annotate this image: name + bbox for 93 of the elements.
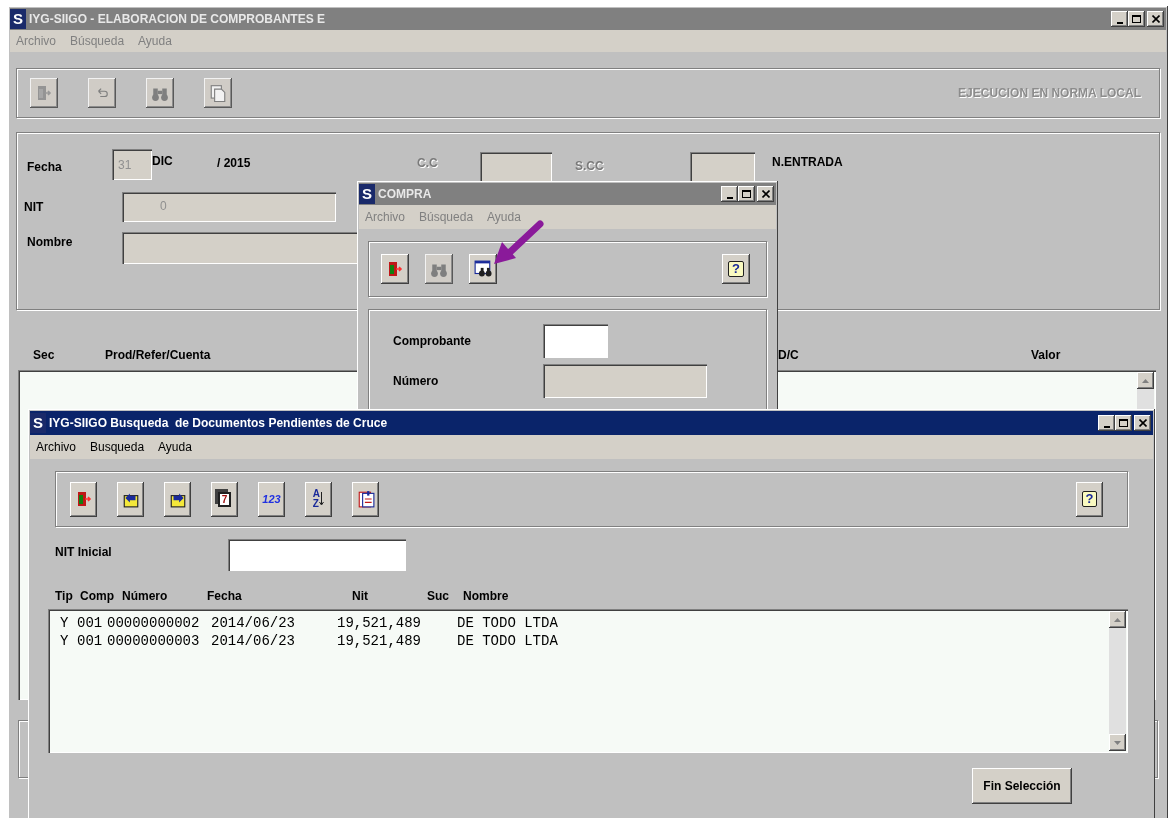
close-icon bbox=[1151, 15, 1160, 23]
menu-item[interactable]: Busqueda bbox=[90, 438, 145, 456]
app-logo: S bbox=[359, 184, 375, 204]
maximize-icon bbox=[1132, 15, 1141, 23]
minimize-button[interactable] bbox=[721, 186, 738, 202]
field-label: N.ENTRADA bbox=[772, 154, 843, 171]
window-title: IYG-SIIGO Busqueda de Documentos Pendientes de Cruce bbox=[49, 415, 388, 432]
help-button[interactable]: ? bbox=[722, 254, 750, 284]
scroll-up-button[interactable] bbox=[1137, 372, 1154, 389]
column-header: Suc bbox=[427, 588, 449, 605]
maximize-button[interactable] bbox=[738, 186, 755, 202]
table-cell-text: 00000000003 bbox=[107, 631, 201, 651]
table-cell-text: Y bbox=[60, 613, 70, 633]
maximize-icon bbox=[742, 190, 751, 198]
field-label: C.C bbox=[417, 155, 439, 172]
month-label: DIC bbox=[152, 153, 174, 170]
column-header: Comp bbox=[80, 588, 114, 605]
down-arrow-icon bbox=[1114, 740, 1121, 745]
up-arrow-icon bbox=[1142, 378, 1149, 383]
column-header: Nit bbox=[352, 588, 368, 605]
field-label: Fecha bbox=[26, 159, 63, 176]
column-header: D/C bbox=[778, 347, 800, 364]
table-cell-text: 001 bbox=[77, 613, 104, 633]
minimize-icon bbox=[1116, 22, 1123, 24]
minimize-icon bbox=[726, 197, 733, 199]
window-title: IYG-SIIGO - ELABORACION DE COMPROBANTES E bbox=[29, 11, 326, 28]
table-cell-text: Y bbox=[60, 631, 70, 651]
field-label: Nombre bbox=[26, 234, 74, 251]
number-button[interactable]: 123 bbox=[258, 481, 285, 517]
minimize-icon bbox=[1103, 426, 1110, 428]
column-header: Nombre bbox=[463, 588, 509, 605]
window-binoculars-icon bbox=[474, 260, 492, 278]
close-button[interactable] bbox=[1147, 11, 1164, 27]
undo-icon bbox=[95, 86, 109, 100]
close-icon bbox=[761, 190, 770, 198]
door-icon bbox=[36, 84, 52, 102]
table-cell-text: 2014/06/23 bbox=[211, 631, 296, 651]
table-cell-text: DE TODO LTDA bbox=[457, 613, 558, 633]
exit-button[interactable] bbox=[381, 254, 409, 284]
cc-field[interactable] bbox=[480, 152, 552, 182]
column-header: Prod/Refer/Cuenta bbox=[105, 347, 212, 364]
fin-seleccion-button[interactable]: Fin Selección bbox=[972, 768, 1072, 804]
exit-button[interactable] bbox=[70, 481, 97, 517]
scroll-up-button[interactable] bbox=[1109, 611, 1126, 628]
clipboard-icon bbox=[356, 489, 375, 509]
app-logo: S bbox=[30, 413, 46, 433]
pages-icon bbox=[209, 83, 227, 103]
window-title: COMPRA bbox=[378, 186, 432, 203]
field-label: Comprobante bbox=[392, 333, 472, 350]
scroll-down-button[interactable] bbox=[1109, 734, 1126, 751]
table-cell-text: 2014/06/23 bbox=[211, 613, 296, 633]
field-label: Número bbox=[392, 373, 440, 390]
close-button[interactable] bbox=[1134, 415, 1151, 431]
clipboard-button[interactable] bbox=[352, 481, 379, 517]
scc-field[interactable] bbox=[690, 152, 755, 182]
maximize-button[interactable] bbox=[1128, 11, 1145, 27]
year-label: / 2015 bbox=[217, 155, 252, 172]
door-icon bbox=[75, 490, 92, 508]
column-header: Valor bbox=[1031, 347, 1062, 364]
minimize-button[interactable] bbox=[1111, 11, 1128, 27]
field-label: NIT Inicial bbox=[55, 544, 113, 561]
maximize-icon bbox=[1119, 419, 1128, 427]
table-cell-text: 19,521,489 bbox=[337, 631, 422, 651]
help-button[interactable]: ? bbox=[1076, 481, 1103, 517]
help-icon: ? bbox=[1081, 491, 1098, 507]
column-header: Tip bbox=[55, 588, 73, 605]
scrollbar[interactable] bbox=[1109, 611, 1126, 751]
number-icon: 123 bbox=[262, 490, 281, 508]
table-cell-text: 001 bbox=[77, 631, 104, 651]
minimize-button[interactable] bbox=[1098, 415, 1115, 431]
table-cell-text: 19,521,489 bbox=[337, 613, 422, 633]
maximize-button[interactable] bbox=[1115, 415, 1132, 431]
text-field[interactable] bbox=[543, 324, 608, 358]
column-header: Fecha bbox=[207, 588, 242, 605]
table-cell-text: DE TODO LTDA bbox=[457, 631, 558, 651]
field-label: S.CC bbox=[575, 158, 605, 175]
column-header: Número bbox=[122, 588, 168, 605]
nit-field[interactable] bbox=[228, 539, 406, 571]
column-header: Sec bbox=[33, 347, 56, 364]
field-label: NIT bbox=[23, 199, 45, 216]
mode-label: EJECUCION EN NORMA LOCAL bbox=[958, 85, 1141, 102]
close-icon bbox=[1138, 419, 1147, 427]
calendar-button[interactable]: 7 bbox=[211, 481, 238, 517]
calendar-icon: 7 bbox=[217, 491, 232, 507]
menu-item[interactable]: Ayuda bbox=[158, 438, 192, 456]
sort-button[interactable]: AZ bbox=[305, 481, 332, 517]
up-arrow-icon bbox=[1114, 617, 1121, 622]
close-button[interactable] bbox=[757, 186, 774, 202]
table-cell-text: 00000000002 bbox=[107, 613, 201, 633]
help-icon: ? bbox=[728, 261, 744, 277]
menu-item[interactable]: Archivo bbox=[36, 438, 76, 456]
app-logo: S bbox=[10, 9, 26, 29]
door-icon bbox=[387, 260, 403, 278]
